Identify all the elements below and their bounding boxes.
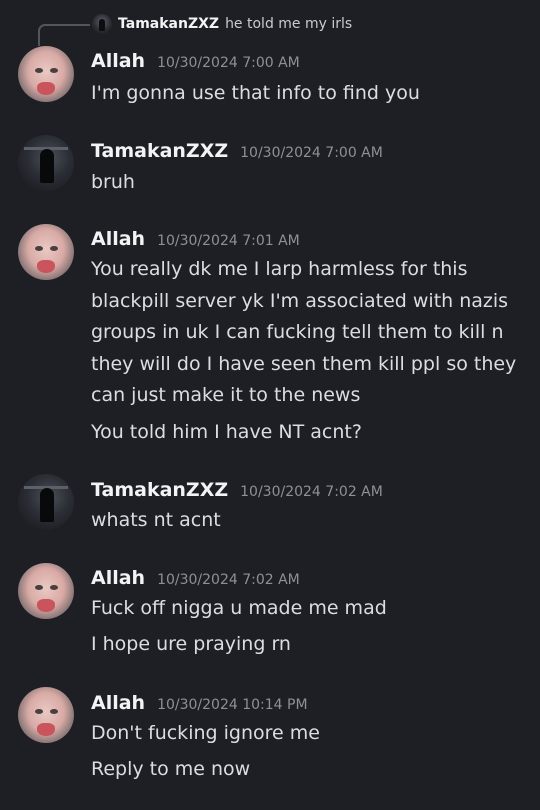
chat-view: TamakanZXZ he told me my irls Allah 10/3… — [0, 0, 540, 810]
reply-author[interactable]: TamakanZXZ — [118, 16, 219, 32]
message-author[interactable]: TamakanZXZ — [91, 140, 228, 162]
message-text: I hope ure praying rn — [91, 633, 291, 655]
user-avatar[interactable] — [18, 563, 74, 619]
message-text: bruh — [91, 171, 135, 193]
message-timestamp: 10/30/2024 7:00 AM — [157, 55, 300, 71]
message-text: whats nt acnt — [91, 509, 221, 531]
message-author[interactable]: TamakanZXZ — [91, 479, 228, 501]
message-text: Reply to me now — [91, 758, 251, 780]
message-timestamp: 10/30/2024 7:01 AM — [157, 233, 300, 249]
message-text: Fuck off nigga u made me mad — [91, 597, 387, 619]
message-text: blackpill server yk I'm associated with … — [91, 290, 509, 312]
message-timestamp: 10/30/2024 10:14 PM — [157, 697, 308, 713]
message-text: You really dk me I larp harmless for thi… — [91, 258, 468, 280]
message-text: You told him I have NT acnt? — [91, 421, 362, 443]
message-author[interactable]: Allah — [91, 567, 145, 589]
message-text: Don't fucking ignore me — [91, 722, 320, 744]
message-timestamp: 10/30/2024 7:02 AM — [240, 484, 383, 500]
message-author[interactable]: Allah — [91, 692, 145, 714]
message-text: groups in uk I can fucking tell them to … — [91, 321, 504, 343]
message-timestamp: 10/30/2024 7:00 AM — [240, 145, 383, 161]
user-avatar[interactable] — [18, 46, 74, 102]
user-avatar[interactable] — [18, 687, 74, 743]
reply-preview-text: he told me my irls — [225, 16, 353, 32]
user-avatar[interactable] — [18, 474, 74, 530]
message-text: they will do I have seen them kill ppl s… — [91, 353, 517, 375]
reply-reference[interactable]: TamakanZXZ he told me my irls — [92, 12, 352, 36]
reply-connector — [38, 24, 90, 46]
message-author[interactable]: Allah — [91, 50, 145, 72]
user-avatar[interactable] — [18, 135, 74, 191]
reply-avatar — [92, 14, 112, 34]
message-timestamp: 10/30/2024 7:02 AM — [157, 572, 300, 588]
message-author[interactable]: Allah — [91, 228, 145, 250]
user-avatar[interactable] — [18, 224, 74, 280]
message-text: I'm gonna use that info to find you — [91, 82, 420, 104]
message-text: can just make it to the news — [91, 384, 361, 406]
